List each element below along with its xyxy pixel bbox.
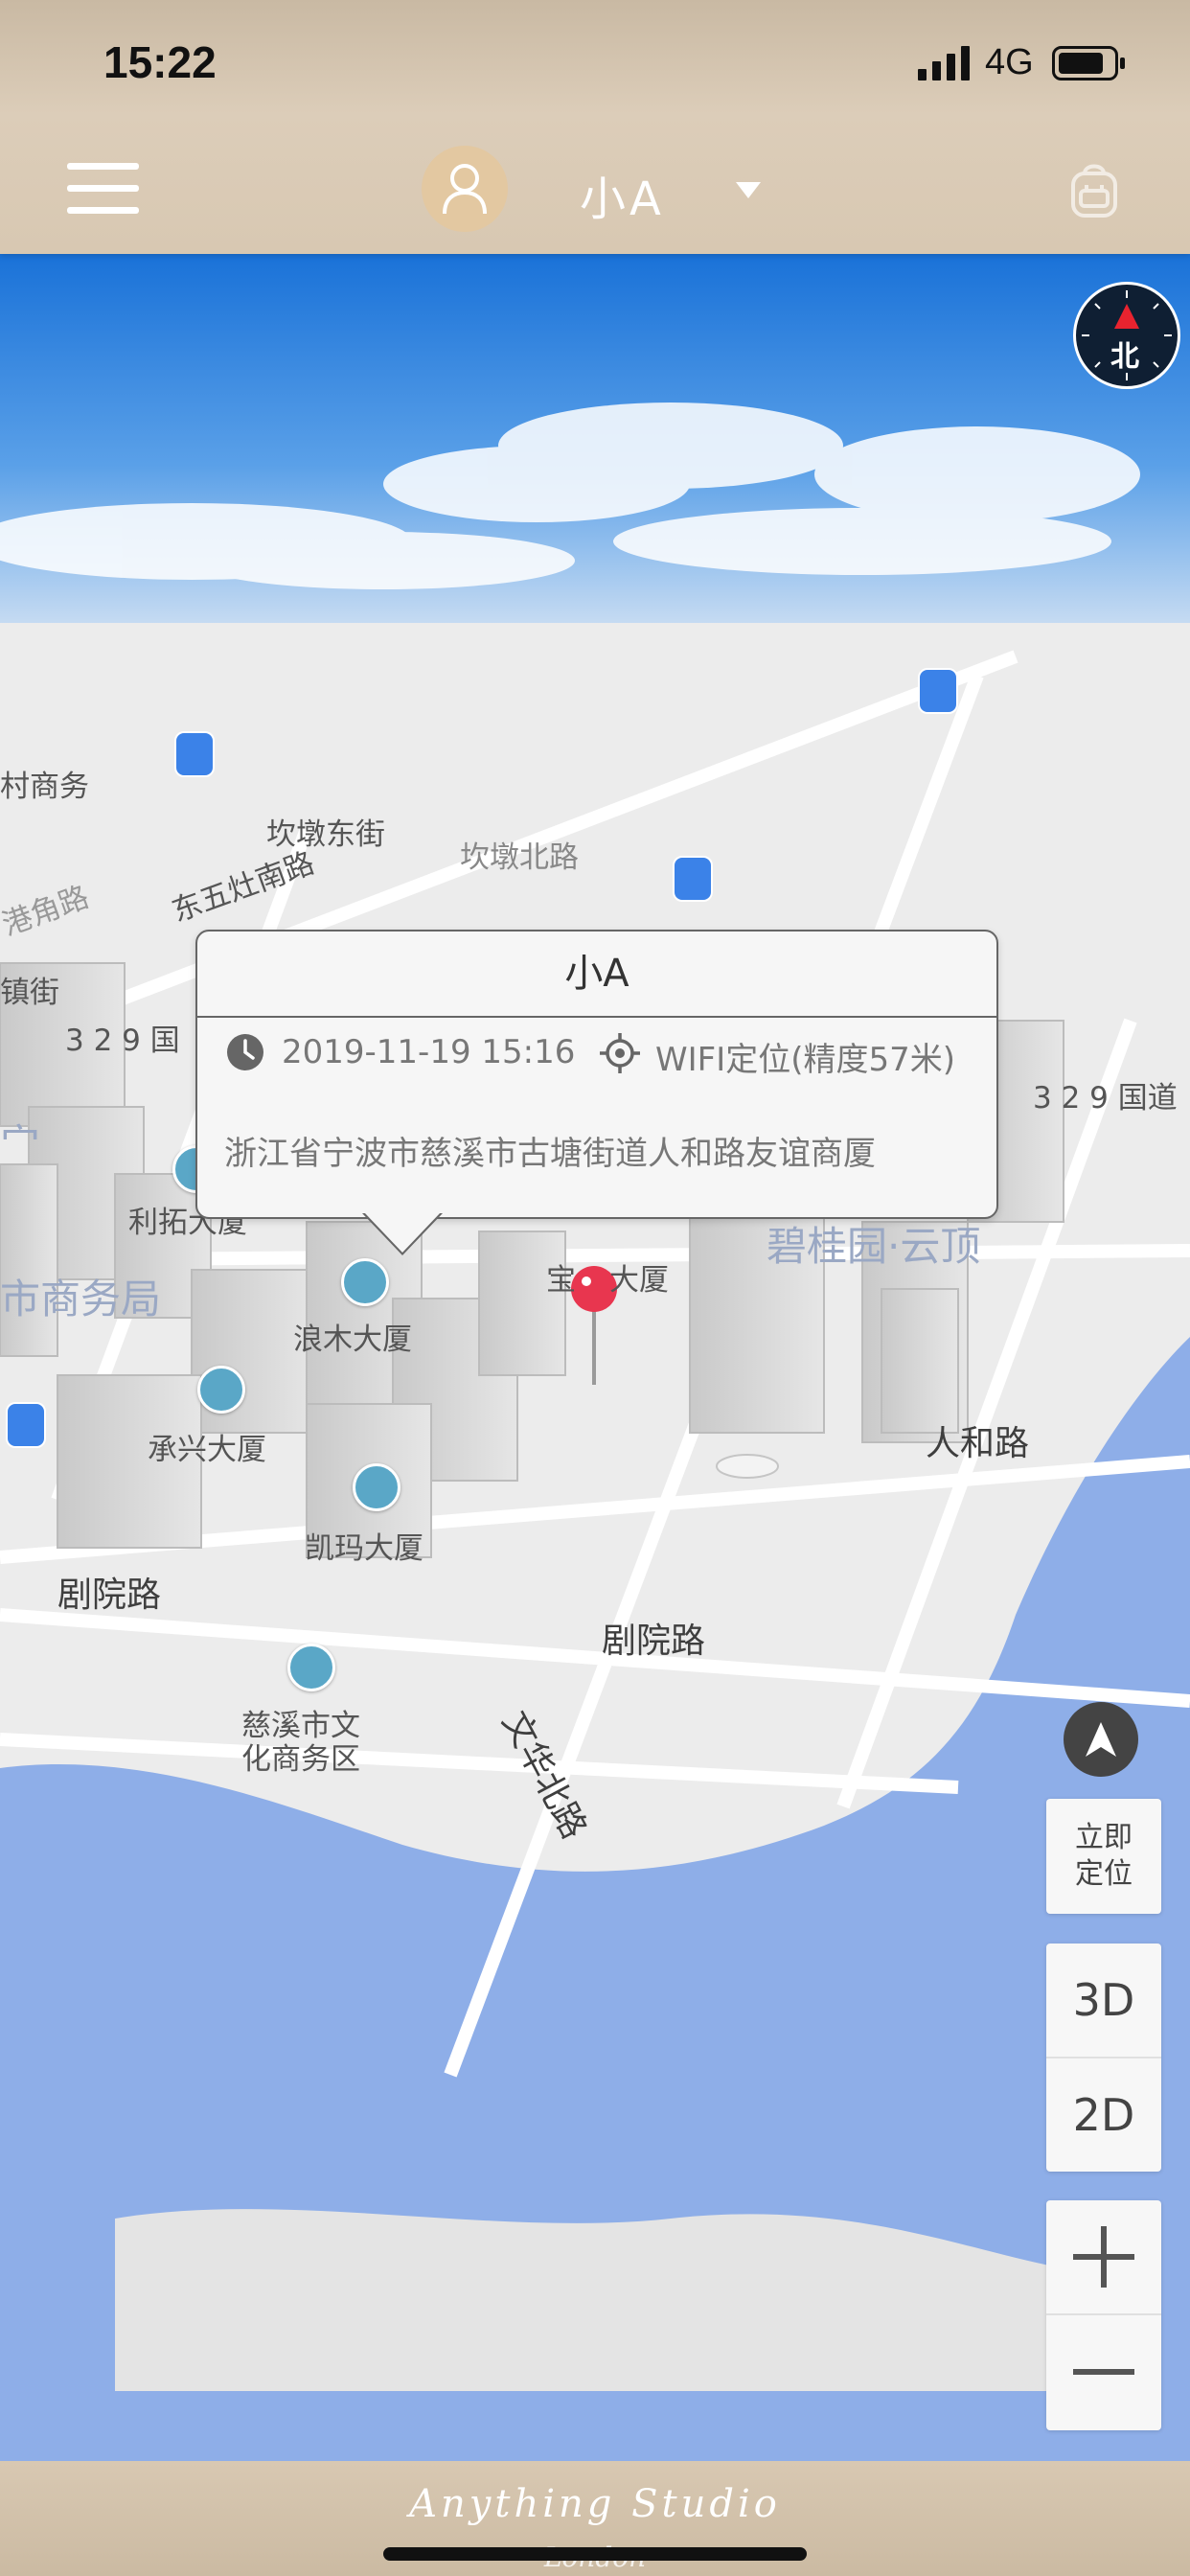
map-label: 镇街: [0, 976, 59, 1010]
plus-icon: [1073, 2226, 1134, 2288]
map-label: 凯玛大厦: [305, 1531, 423, 1566]
locate-now-button[interactable]: 立即 定位: [1046, 1799, 1161, 1914]
map-label: 3 2 9 国道: [1033, 1081, 1178, 1116]
map-canvas: [0, 254, 1190, 2461]
map-view[interactable]: 村商务 坎墩东街 坎墩北路 东五灶南路 港角路 镇街 3 2 9 国 3 2 9…: [0, 254, 1190, 2461]
signal-icon: [918, 46, 970, 80]
navigation-arrow-icon: [1086, 1722, 1116, 1757]
menu-button[interactable]: [67, 163, 139, 217]
bottom-bar: Anything Studio London: [0, 2461, 1190, 2576]
zoom-in-button[interactable]: [1046, 2200, 1161, 2315]
view-mode-group: 3D 2D: [1046, 1944, 1161, 2172]
minus-icon: [1073, 2369, 1134, 2375]
map-label: 宀: [0, 1120, 41, 1167]
map-label: 3 2 9 国: [65, 1024, 180, 1058]
top-bar: 15:22 4G 小A: [0, 0, 1190, 254]
map-label: 碧桂园·云顶: [767, 1223, 981, 1270]
map-label: 浪木大厦: [293, 1322, 412, 1357]
zoom-out-button[interactable]: [1046, 2315, 1161, 2428]
bus-stop-icon[interactable]: [174, 731, 215, 777]
network-type: 4G: [985, 42, 1034, 82]
building-poi-icon[interactable]: [197, 1366, 245, 1414]
bus-stop-icon[interactable]: [6, 1402, 46, 1448]
map-label: 大厦: [609, 1263, 669, 1298]
popup-location-method: WIFI定位(精度57米): [655, 1041, 956, 1079]
popup-pointer-fill: [364, 1212, 441, 1253]
bus-stop-icon[interactable]: [673, 856, 713, 902]
map-label: 村商务: [0, 770, 89, 804]
home-indicator[interactable]: [383, 2547, 807, 2561]
target-location-icon: [600, 1033, 640, 1073]
location-popup[interactable]: 小A 2019-11-19 15:16 WIFI定位(精度57米) 浙江省宁波市…: [195, 930, 998, 1219]
view-2d-button[interactable]: 2D: [1046, 2058, 1161, 2172]
backpack-icon[interactable]: [1065, 160, 1123, 219]
land-lower: [115, 2209, 1054, 2391]
map-label: 人和路: [926, 1424, 1030, 1463]
map-label: 剧院路: [602, 1622, 706, 1661]
map-label: 剧院路: [57, 1576, 162, 1615]
map-label: 化商务区: [241, 1742, 360, 1777]
map-label: 市商务局: [0, 1276, 162, 1322]
building-poi-icon[interactable]: [287, 1644, 335, 1691]
avatar[interactable]: [422, 146, 508, 232]
bus-stop-icon[interactable]: [918, 668, 958, 714]
building-poi-icon[interactable]: [353, 1463, 400, 1511]
view-3d-button[interactable]: 3D: [1046, 1944, 1161, 2058]
popup-title: 小A: [197, 932, 996, 1018]
compass-north-label: 北: [1110, 340, 1139, 374]
battery-icon: [1052, 46, 1125, 80]
menu-line: [67, 207, 139, 214]
device-name[interactable]: 小A: [580, 161, 665, 228]
map-label: 承兴大厦: [148, 1433, 266, 1467]
menu-line: [67, 163, 139, 170]
popup-address: 浙江省宁波市慈溪市古塘街道人和路友谊商厦: [224, 1135, 876, 1173]
map-label: 宝: [546, 1263, 576, 1298]
chevron-down-icon[interactable]: [736, 182, 761, 198]
map-label: 坎墩北路: [460, 840, 579, 875]
locate-now-label-line1: 立即: [1075, 1821, 1133, 1854]
status-time: 15:22: [103, 37, 217, 87]
menu-line: [67, 185, 139, 192]
user-avatar-icon: [443, 164, 487, 215]
locate-now-label-line2: 定位: [1075, 1857, 1133, 1891]
clock-icon: [227, 1034, 263, 1070]
building-poi-icon[interactable]: [341, 1258, 389, 1306]
zoom-group: [1046, 2200, 1161, 2430]
brand-name: Anything Studio: [409, 2482, 781, 2526]
navigation-button[interactable]: [1064, 1702, 1138, 1777]
popup-time: 2019-11-19 15:16: [282, 1033, 576, 1071]
